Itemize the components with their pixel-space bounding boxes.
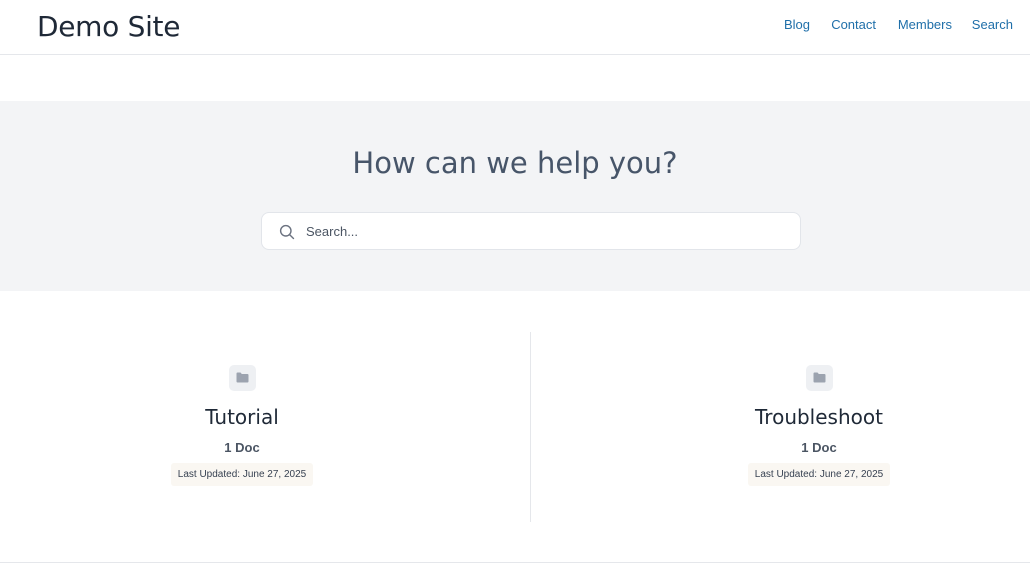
folder-icon-badge bbox=[805, 365, 833, 391]
search-input[interactable] bbox=[306, 213, 786, 249]
folder-icon-badge bbox=[228, 365, 256, 391]
hero-section: How can we help you? bbox=[0, 101, 1030, 291]
column-divider bbox=[530, 332, 531, 522]
category-title[interactable]: Troubleshoot bbox=[689, 405, 949, 429]
folder-icon bbox=[236, 372, 248, 383]
nav-item-search[interactable]: Search bbox=[972, 17, 1013, 32]
footer-divider bbox=[0, 562, 1030, 563]
site-header: Demo Site Blog Contact Members Search bbox=[0, 0, 1030, 55]
hero-title: How can we help you? bbox=[352, 146, 678, 180]
site-title[interactable]: Demo Site bbox=[37, 10, 180, 43]
nav-item-members[interactable]: Members bbox=[898, 17, 952, 32]
search-icon bbox=[279, 224, 295, 240]
nav-item-blog[interactable]: Blog bbox=[784, 17, 810, 32]
category-doc-count: 1 Doc bbox=[224, 440, 260, 455]
category-card-tutorial[interactable]: Tutorial 1 Doc Last Updated: June 27, 20… bbox=[112, 365, 372, 486]
category-card-troubleshoot[interactable]: Troubleshoot 1 Doc Last Updated: June 27… bbox=[689, 365, 949, 486]
folder-icon bbox=[813, 372, 825, 383]
category-doc-count: 1 Doc bbox=[801, 440, 837, 455]
category-title[interactable]: Tutorial bbox=[112, 405, 372, 429]
category-last-updated: Last Updated: June 27, 2025 bbox=[747, 463, 891, 486]
search-box[interactable] bbox=[261, 212, 801, 250]
categories-section: Tutorial 1 Doc Last Updated: June 27, 20… bbox=[0, 332, 1030, 522]
category-last-updated: Last Updated: June 27, 2025 bbox=[170, 463, 314, 486]
nav-item-contact[interactable]: Contact bbox=[831, 17, 876, 32]
